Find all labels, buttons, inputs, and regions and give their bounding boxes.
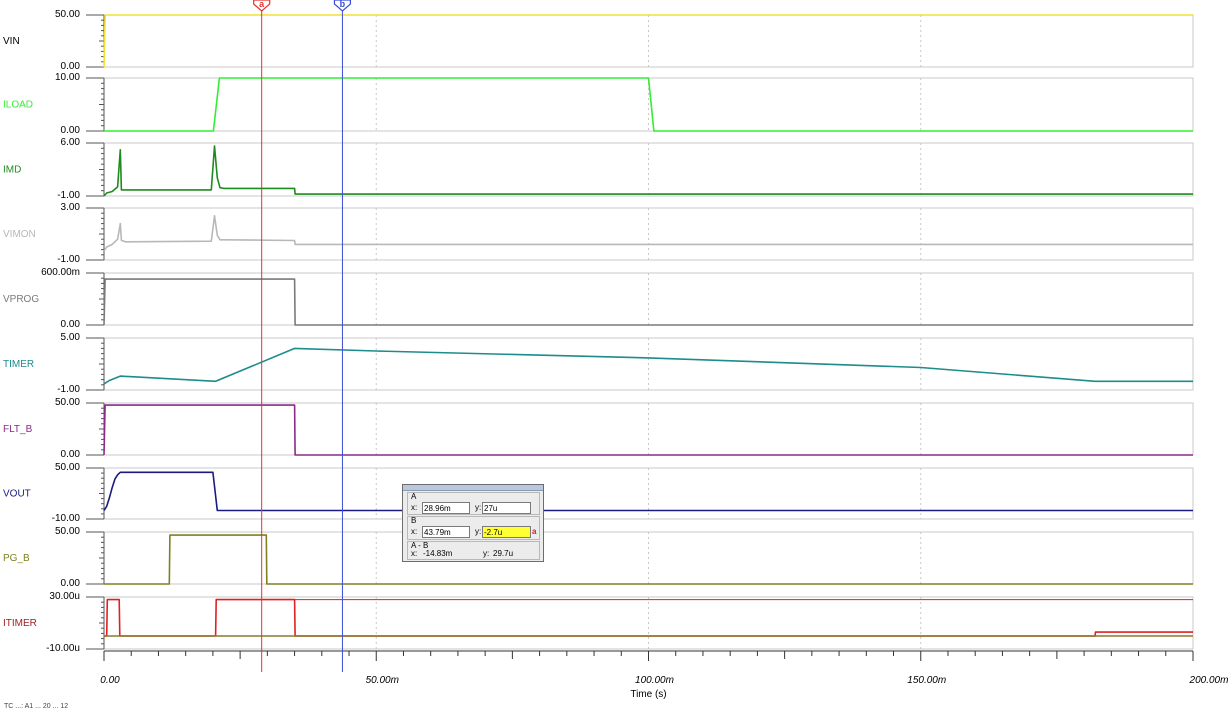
trace-label-timer: TIMER (3, 359, 34, 370)
y-tick-label-top: 10.00 (55, 72, 80, 83)
cursor-diff-y-value: 29.7u (493, 549, 514, 558)
cursor-b-x-field[interactable]: 43.79m (422, 526, 470, 538)
trace-line-flt_b (103, 404, 1193, 456)
trace-label-imd: IMD (3, 165, 21, 176)
trace-label-vin: VIN (3, 36, 20, 47)
x-tick-label: 0.00 (100, 675, 120, 686)
y-tick-label-top: 3.00 (61, 202, 81, 213)
cursor-a-y-field[interactable]: 27u (482, 502, 531, 514)
x-tick-label: 50.00m (366, 675, 399, 686)
cursor-diff-x-value: -14.83m (423, 549, 453, 558)
trace-label-iload: ILOAD (3, 100, 33, 111)
trace-label-vprog: VPROG (3, 294, 39, 305)
trace-label-pg_b: PG_B (3, 553, 30, 564)
y-tick-label-bottom: -10.00u (46, 643, 80, 654)
x-tick-label: 100.00m (635, 675, 674, 686)
y-tick-label-bottom: 0.00 (61, 61, 81, 72)
y-tick-label-top: 6.00 (61, 137, 81, 148)
y-tick-label-top: 600.00m (41, 267, 80, 278)
cursor-a-label: A (411, 492, 417, 501)
cursor-diff-x-prefix: x: (411, 549, 418, 558)
y-tick-label-bottom: -1.00 (57, 254, 80, 265)
y-tick-label-top: 50.00 (55, 526, 80, 537)
cursor-panel-titlebar[interactable] (403, 485, 543, 491)
waveform-plot[interactable]: 50.000.00VIN10.000.00ILOAD6.00-1.00IMD3.… (0, 0, 1230, 711)
y-tick-label-bottom: 0.00 (61, 578, 81, 589)
y-tick-label-bottom: 0.00 (61, 449, 81, 460)
y-tick-label-bottom: 0.00 (61, 319, 81, 330)
cursor-a-y-prefix: y: (475, 503, 482, 512)
cursor-b-label: B (411, 516, 417, 525)
cursor-b-y-field[interactable]: -2.7u (482, 526, 531, 538)
cursor-handle-label-b: b (340, 0, 346, 9)
cursor-readout-panel[interactable]: A x: 28.96m y: 27u B x: 43.79m y: -2.7u … (402, 484, 544, 562)
cursor-b-y-prefix: y: (475, 527, 482, 536)
cursor-a-x-prefix: x: (411, 503, 418, 512)
y-tick-label-top: 50.00 (55, 397, 80, 408)
x-tick-label: 150.00m (907, 675, 946, 686)
trace-label-itimer: ITIMER (3, 618, 37, 629)
cursor-b-group: B x: 43.79m y: -2.7u a (407, 516, 540, 540)
cursor-diff-group: A - B x: -14.83m y: 29.7u (407, 541, 540, 560)
status-bar-text: TC ...: A1 ... 20 ... 12 (4, 703, 69, 710)
y-tick-label-top: 5.00 (61, 332, 81, 343)
x-tick-label: 200.00m (1189, 675, 1229, 686)
y-tick-label-top: 30.00u (49, 591, 80, 602)
cursor-a-group: A x: 28.96m y: 27u (407, 492, 540, 515)
trace-label-vimon: VIMON (3, 229, 36, 240)
trace-label-flt_b: FLT_B (3, 424, 33, 435)
y-tick-label-bottom: -1.00 (57, 384, 80, 395)
y-tick-label-top: 50.00 (55, 9, 80, 20)
cursor-swap-arrow-icon[interactable]: a (532, 526, 536, 538)
cursor-b-x-prefix: x: (411, 527, 418, 536)
trace-label-vout: VOUT (3, 489, 31, 500)
y-tick-label-bottom: -1.00 (57, 190, 80, 201)
y-tick-label-top: 50.00 (55, 462, 80, 473)
cursor-diff-y-prefix: y: (483, 549, 490, 558)
y-tick-label-bottom: -10.00 (52, 513, 81, 524)
y-tick-label-bottom: 0.00 (61, 125, 81, 136)
x-axis-label: Time (s) (630, 689, 666, 700)
cursor-a-x-field[interactable]: 28.96m (422, 502, 470, 514)
